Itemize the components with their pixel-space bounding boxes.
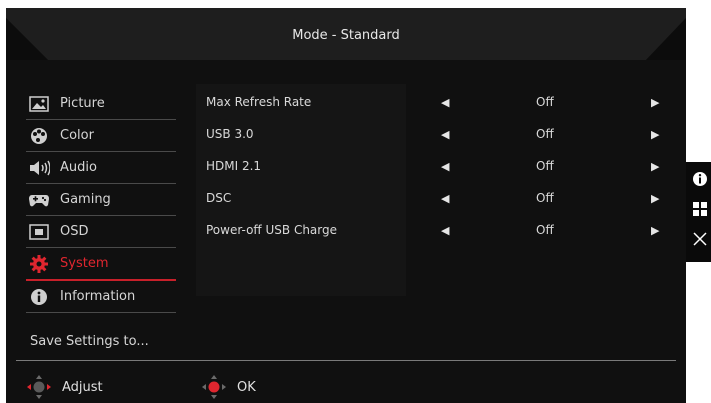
info-icon (28, 288, 50, 306)
right-arrow-icon[interactable]: ▶ (651, 192, 659, 205)
grid-icon[interactable] (691, 200, 709, 218)
setting-row-dsc[interactable]: DSC ◀ Off ▶ (206, 182, 676, 214)
sidebar-item-gaming[interactable]: Gaming (26, 184, 176, 216)
setting-value: Off (536, 127, 554, 141)
sidebar-item-label: Information (60, 289, 136, 304)
sidebar: Picture Color Audio Gaming OSD System In… (26, 88, 176, 313)
left-arrow-icon[interactable]: ◀ (441, 224, 449, 237)
sidebar-item-label: Gaming (60, 192, 111, 207)
sidebar-item-label: Color (60, 128, 94, 143)
ok-hint: OK (201, 374, 256, 400)
setting-value: Off (536, 95, 554, 109)
osd-icon (28, 223, 50, 241)
dpad-press-icon (201, 374, 227, 400)
sidebar-item-label: System (60, 256, 109, 271)
close-icon[interactable] (691, 230, 709, 248)
right-arrow-icon[interactable]: ▶ (651, 128, 659, 141)
setting-label: Max Refresh Rate (206, 95, 312, 109)
sidebar-item-label: OSD (60, 224, 89, 239)
sidebar-item-information[interactable]: Information (26, 281, 176, 313)
header-bar: Mode - Standard (6, 8, 686, 70)
left-arrow-icon[interactable]: ◀ (441, 96, 449, 109)
speaker-icon (28, 159, 50, 177)
adjust-hint: Adjust (26, 374, 103, 400)
osd-menu: Mode - Standard Picture Color Audio Gami… (6, 8, 686, 403)
footer-divider (16, 360, 676, 361)
save-settings-button[interactable]: Save Settings to... (30, 334, 149, 349)
adjust-label: Adjust (62, 379, 103, 395)
right-arrow-icon[interactable]: ▶ (651, 96, 659, 109)
sidebar-item-label: Picture (60, 96, 105, 111)
setting-label: Power-off USB Charge (206, 223, 337, 237)
info-icon[interactable] (691, 170, 709, 188)
sidebar-item-label: Audio (60, 160, 97, 175)
setting-value: Off (536, 191, 554, 205)
setting-row-hdmi-2-1[interactable]: HDMI 2.1 ◀ Off ▶ (206, 150, 676, 182)
sidebar-item-picture[interactable]: Picture (26, 88, 176, 120)
ok-label: OK (237, 379, 256, 395)
right-arrow-icon[interactable]: ▶ (651, 160, 659, 173)
quick-access-bar (686, 162, 711, 262)
sidebar-item-osd[interactable]: OSD (26, 216, 176, 248)
palette-icon (28, 127, 50, 145)
setting-row-power-off-usb-charge[interactable]: Power-off USB Charge ◀ Off ▶ (206, 214, 676, 246)
setting-value: Off (536, 159, 554, 173)
right-arrow-icon[interactable]: ▶ (651, 224, 659, 237)
setting-row-usb-3[interactable]: USB 3.0 ◀ Off ▶ (206, 118, 676, 150)
setting-row-max-refresh-rate[interactable]: Max Refresh Rate ◀ Off ▶ (206, 86, 676, 118)
sidebar-item-audio[interactable]: Audio (26, 152, 176, 184)
gamepad-icon (28, 191, 50, 209)
setting-label: HDMI 2.1 (206, 159, 262, 173)
gear-icon (28, 254, 50, 273)
sidebar-item-system[interactable]: System (26, 248, 176, 281)
left-arrow-icon[interactable]: ◀ (441, 128, 449, 141)
dpad-left-right-icon (26, 374, 52, 400)
left-arrow-icon[interactable]: ◀ (441, 192, 449, 205)
setting-label: DSC (206, 191, 232, 205)
setting-label: USB 3.0 (206, 127, 254, 141)
mode-title: Mode - Standard (292, 28, 400, 43)
sidebar-item-color[interactable]: Color (26, 120, 176, 152)
setting-value: Off (536, 223, 554, 237)
left-arrow-icon[interactable]: ◀ (441, 160, 449, 173)
picture-icon (28, 95, 50, 113)
